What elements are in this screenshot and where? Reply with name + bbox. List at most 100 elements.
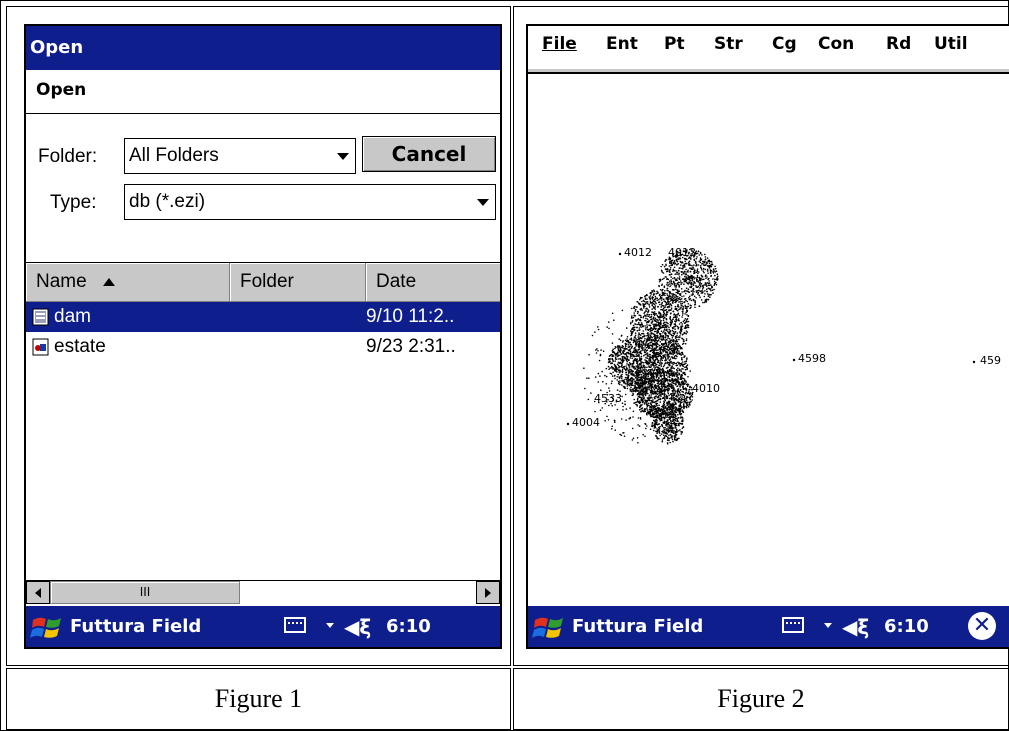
survey-point bbox=[666, 287, 669, 290]
survey-point bbox=[680, 422, 682, 425]
scroll-left-button[interactable] bbox=[26, 581, 50, 604]
survey-point bbox=[612, 351, 614, 354]
survey-point[interactable] bbox=[792, 358, 796, 362]
survey-point bbox=[661, 397, 664, 400]
menu-str[interactable]: Str bbox=[714, 34, 743, 54]
survey-point bbox=[634, 386, 636, 388]
survey-point bbox=[670, 260, 673, 262]
file-row-estate[interactable]: estate 9/23 2:31.. bbox=[26, 332, 500, 362]
survey-point[interactable] bbox=[618, 252, 622, 256]
survey-point bbox=[678, 278, 681, 281]
menu-file[interactable]: File bbox=[542, 34, 577, 54]
survey-point bbox=[681, 261, 683, 263]
menu-rd[interactable]: Rd bbox=[886, 34, 911, 54]
chevron-down-icon[interactable] bbox=[326, 623, 334, 628]
survey-point bbox=[641, 336, 644, 338]
speaker-icon[interactable]: ◀ξ bbox=[344, 606, 371, 647]
file-name: estate bbox=[54, 336, 106, 357]
survey-point bbox=[632, 328, 634, 330]
survey-point bbox=[637, 336, 639, 338]
survey-point bbox=[616, 389, 619, 391]
survey-point bbox=[649, 366, 652, 369]
file-row-dam[interactable]: dam 9/10 11:2.. bbox=[26, 302, 500, 332]
survey-point bbox=[665, 386, 667, 389]
close-icon[interactable]: ✕ bbox=[968, 612, 996, 640]
survey-point bbox=[668, 375, 671, 377]
survey-point bbox=[666, 362, 669, 364]
column-header-date[interactable]: Date bbox=[366, 263, 500, 301]
clock-time[interactable]: 6:10 bbox=[386, 606, 431, 647]
survey-point bbox=[700, 277, 702, 280]
survey-point bbox=[687, 406, 690, 408]
scroll-right-button[interactable] bbox=[476, 581, 500, 604]
keyboard-icon[interactable] bbox=[284, 617, 306, 633]
survey-point bbox=[646, 352, 649, 355]
survey-point bbox=[687, 376, 689, 378]
survey-point bbox=[682, 266, 684, 269]
menu-cg[interactable]: Cg bbox=[772, 34, 797, 54]
windows-start-icon[interactable] bbox=[532, 610, 566, 644]
survey-point bbox=[661, 278, 664, 281]
survey-point bbox=[682, 401, 684, 403]
survey-point bbox=[588, 353, 590, 356]
survey-point bbox=[641, 309, 643, 311]
column-header-folder[interactable]: Folder bbox=[230, 263, 366, 301]
survey-point bbox=[651, 379, 654, 382]
survey-point bbox=[681, 409, 683, 411]
menu-pt[interactable]: Pt bbox=[664, 34, 685, 54]
cancel-button[interactable]: Cancel bbox=[362, 136, 496, 172]
survey-point bbox=[657, 343, 659, 346]
survey-points-canvas[interactable]: 4012 4013 4010 4533 4004 4598 459 bbox=[528, 74, 1009, 606]
menu-con[interactable]: Con bbox=[818, 34, 854, 54]
survey-point bbox=[693, 290, 695, 293]
survey-point bbox=[611, 405, 613, 407]
survey-point bbox=[687, 326, 690, 329]
survey-point bbox=[685, 324, 687, 327]
survey-point bbox=[666, 313, 668, 316]
survey-point bbox=[679, 396, 682, 398]
folder-select[interactable]: All Folders bbox=[124, 138, 356, 174]
survey-point bbox=[651, 368, 653, 370]
survey-point bbox=[664, 429, 666, 431]
speaker-icon[interactable]: ◀ξ bbox=[842, 606, 869, 647]
survey-point bbox=[632, 339, 635, 342]
survey-point bbox=[657, 382, 660, 384]
clock-time[interactable]: 6:10 bbox=[884, 606, 929, 647]
survey-point bbox=[647, 402, 650, 405]
survey-point bbox=[631, 345, 633, 348]
survey-point bbox=[644, 408, 646, 410]
type-select[interactable]: db (*.ezi) bbox=[124, 184, 496, 220]
survey-point bbox=[625, 369, 627, 372]
survey-point bbox=[659, 419, 662, 422]
survey-point bbox=[657, 306, 659, 308]
survey-point bbox=[640, 324, 643, 326]
scroll-thumb[interactable]: III bbox=[50, 581, 240, 604]
survey-point bbox=[682, 377, 684, 380]
survey-point bbox=[616, 363, 619, 366]
survey-point bbox=[669, 433, 672, 436]
survey-point bbox=[644, 345, 646, 347]
survey-point bbox=[693, 268, 695, 270]
chevron-down-icon[interactable] bbox=[477, 199, 489, 206]
survey-point bbox=[651, 397, 653, 399]
survey-point bbox=[672, 382, 675, 385]
survey-point bbox=[659, 360, 662, 362]
survey-point bbox=[670, 300, 672, 302]
windows-start-icon[interactable] bbox=[30, 610, 64, 644]
column-header-name[interactable]: Name bbox=[26, 263, 230, 301]
keyboard-icon[interactable] bbox=[782, 617, 804, 633]
chevron-down-icon[interactable] bbox=[337, 153, 349, 160]
survey-point bbox=[645, 392, 648, 394]
chevron-down-icon[interactable] bbox=[824, 623, 832, 628]
survey-point[interactable] bbox=[566, 422, 570, 426]
survey-point bbox=[656, 410, 658, 413]
menu-ent[interactable]: Ent bbox=[606, 34, 638, 54]
scroll-track[interactable] bbox=[240, 581, 476, 604]
menu-util[interactable]: Util bbox=[934, 34, 968, 54]
survey-point bbox=[639, 390, 641, 392]
survey-point bbox=[654, 317, 657, 320]
survey-point[interactable] bbox=[972, 360, 976, 364]
horizontal-scrollbar[interactable]: III bbox=[26, 580, 500, 604]
survey-point bbox=[642, 387, 644, 389]
survey-point bbox=[611, 350, 614, 352]
